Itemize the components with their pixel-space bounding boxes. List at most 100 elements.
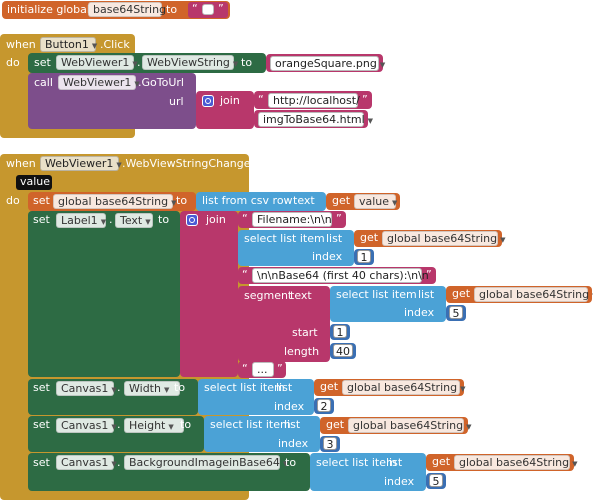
number-start-block[interactable]: 1 bbox=[330, 324, 350, 340]
value-param-badge[interactable]: value bbox=[16, 175, 52, 190]
canvas1-bg-component-dropdown[interactable]: Canvas1 ▼ bbox=[56, 455, 117, 470]
localhost-text-field[interactable]: http://localhost/ bbox=[268, 93, 360, 108]
set-to-label: to bbox=[241, 56, 253, 69]
mutator-gear-icon[interactable] bbox=[202, 95, 214, 107]
empty-text-block[interactable]: “ ” bbox=[188, 2, 228, 18]
set-webviewstring-block[interactable]: set WebViewer1 ▼ . WebViewString ▼ to bbox=[28, 53, 266, 73]
list-label-5b: list bbox=[386, 456, 403, 469]
number-index-5a-block[interactable]: 5 bbox=[446, 305, 466, 321]
get-label-5a: get bbox=[452, 287, 471, 300]
select-list-item-2-block[interactable]: select list item list index bbox=[198, 379, 314, 415]
value-var-dropdown[interactable]: value ▼ bbox=[354, 194, 397, 209]
webviewer1-component-dropdown[interactable]: WebViewer1 ▼ bbox=[56, 55, 138, 70]
initialize-global-block[interactable]: initialize global base64String to “ ” bbox=[2, 1, 230, 19]
webviewer1-call-dropdown[interactable]: WebViewer1 ▼ bbox=[58, 75, 140, 90]
get-global-block-1[interactable]: get global base64String ▼ bbox=[354, 230, 505, 247]
select-list-item-5b-block[interactable]: select list item list index bbox=[310, 453, 426, 491]
filename-text-block[interactable]: “ Filename:\n\n ” bbox=[238, 211, 346, 228]
height-property-dropdown[interactable]: Height ▼ bbox=[124, 418, 184, 433]
set-label1-to-label: to bbox=[158, 213, 170, 226]
when-label: when bbox=[6, 38, 36, 51]
do-label: do bbox=[6, 56, 20, 69]
localhost-text-block[interactable]: “ http://localhost/ ” bbox=[254, 91, 372, 109]
index-3-field[interactable]: 3 bbox=[323, 437, 337, 451]
global-var-name-field[interactable]: base64String bbox=[88, 2, 166, 17]
set-label1-text-block[interactable]: set Label1 ▼ . Text ▼ to bbox=[28, 211, 180, 377]
ellipsis-text-field[interactable]: ... bbox=[252, 362, 274, 377]
global-var-dropdown-2[interactable]: global base64String ▼ bbox=[342, 380, 465, 395]
number-length-block[interactable]: 40 bbox=[330, 343, 356, 359]
number-index-1-block[interactable]: 1 bbox=[354, 249, 374, 265]
filename-text-field[interactable]: Filename:\n\n bbox=[252, 212, 332, 227]
join-label-block[interactable]: join bbox=[180, 211, 238, 377]
set-label-height: set bbox=[33, 418, 50, 431]
join-url-block[interactable]: join bbox=[196, 91, 254, 129]
select-list-item-3-block[interactable]: select list item list index bbox=[204, 416, 320, 452]
when-label-2: when bbox=[6, 157, 36, 170]
do-label-2: do bbox=[6, 194, 20, 207]
select-list-item-1-block[interactable]: select list item list index bbox=[238, 230, 354, 266]
start-field[interactable]: 1 bbox=[333, 325, 347, 339]
canvas1-height-component-dropdown[interactable]: Canvas1 ▼ bbox=[56, 418, 117, 433]
set-canvas-bg-block[interactable]: set Canvas1 ▼ . BackgroundImageinBase64 ▼ … bbox=[28, 453, 310, 491]
get-global-block-3[interactable]: get global base64String ▼ bbox=[320, 417, 471, 434]
index-label-3: index bbox=[278, 437, 309, 450]
list-from-csv-row-label: list from csv row bbox=[202, 194, 293, 207]
global-var-dropdown-3[interactable]: global base64String ▼ bbox=[348, 418, 471, 433]
index-2-field[interactable]: 2 bbox=[317, 399, 331, 413]
set-canvas-width-block[interactable]: set Canvas1 ▼ . Width ▼ to bbox=[28, 379, 198, 415]
list-from-csv-row-block[interactable]: list from csv row text bbox=[196, 192, 326, 211]
index-5b-field[interactable]: 5 bbox=[429, 474, 443, 488]
initialize-global-label: initialize global bbox=[7, 3, 90, 16]
set-canvas-height-block[interactable]: set Canvas1 ▼ . Height ▼ to bbox=[28, 416, 204, 452]
number-index-5b-block[interactable]: 5 bbox=[426, 473, 446, 489]
gotourl-method-label: .GoToUrl bbox=[138, 76, 184, 89]
text-property-dropdown[interactable]: Text ▼ bbox=[115, 213, 153, 228]
orangesquare-text-block[interactable]: orangeSquare.png ▼ bbox=[266, 54, 385, 72]
global-var-dropdown[interactable]: global base64String ▼ bbox=[53, 194, 176, 209]
get-value-block[interactable]: get value ▼ bbox=[326, 193, 400, 210]
csv-text-label: text bbox=[293, 194, 315, 207]
get-global-block-5a[interactable]: get global base64String▼ bbox=[446, 286, 593, 303]
mutator-gear-icon-2[interactable] bbox=[186, 214, 198, 226]
base64-text-block[interactable]: “ \n\nBase64 (first 40 chars):\n\n ” bbox=[238, 267, 436, 284]
global-var-dropdown-5b[interactable]: global base64String ▼ bbox=[454, 455, 577, 470]
number-index-3-block[interactable]: 3 bbox=[320, 436, 340, 452]
webviewstring-property-dropdown[interactable]: WebViewString ▼ bbox=[142, 55, 238, 70]
webviewer1-event-dropdown[interactable]: WebViewer1 ▼ bbox=[40, 156, 122, 171]
canvas1-width-component-dropdown[interactable]: Canvas1 ▼ bbox=[56, 381, 117, 396]
get-global-block-2[interactable]: get global base64String ▼ bbox=[314, 379, 465, 396]
number-index-2-block[interactable]: 2 bbox=[314, 398, 334, 414]
ellipsis-text-block[interactable]: “ ... ” bbox=[238, 361, 286, 378]
set-height-to-label: to bbox=[180, 418, 192, 431]
global-var-dropdown-5a[interactable]: global base64String▼ bbox=[474, 287, 593, 302]
set-global-block[interactable]: set global base64String ▼ to bbox=[28, 192, 196, 211]
select-list-item-label: select list item bbox=[244, 232, 325, 245]
segment-block[interactable]: segment text start length bbox=[238, 286, 330, 362]
index-1-field[interactable]: 1 bbox=[357, 250, 371, 264]
imgtobase64-text-field[interactable]: imgToBase64.html ▼ bbox=[258, 112, 373, 127]
start-label: start bbox=[292, 326, 318, 339]
width-property-dropdown[interactable]: Width ▼ bbox=[124, 381, 180, 396]
call-gotourl-block[interactable]: call WebViewer1 ▼ .GoToUrl url bbox=[28, 73, 196, 129]
get-global-block-5b[interactable]: get global base64String ▼ bbox=[426, 454, 577, 471]
index-label: index bbox=[312, 250, 343, 263]
base64-text-field[interactable]: \n\nBase64 (first 40 chars):\n\n bbox=[252, 268, 429, 283]
index-5a-field[interactable]: 5 bbox=[449, 306, 463, 320]
orangesquare-text-field[interactable]: orangeSquare.png ▼ bbox=[270, 56, 385, 71]
label1-component-dropdown[interactable]: Label1 ▼ bbox=[56, 213, 106, 228]
init-to-label: to bbox=[166, 3, 178, 16]
index-label-5b: index bbox=[384, 475, 415, 488]
length-field[interactable]: 40 bbox=[333, 344, 353, 358]
index-label-5a: index bbox=[404, 306, 435, 319]
imgtobase64-text-block[interactable]: imgToBase64.html ▼ bbox=[254, 110, 373, 128]
backgroundimage-property-dropdown[interactable]: BackgroundImageinBase64 ▼ bbox=[124, 455, 288, 470]
empty-text-field[interactable] bbox=[202, 4, 214, 15]
click-event-label: .Click bbox=[100, 38, 130, 51]
get-label-5b: get bbox=[432, 455, 451, 468]
set-global-to-label: to bbox=[176, 194, 188, 207]
select-list-item-5a-block[interactable]: select list item list index bbox=[330, 286, 446, 322]
select-list-item-label-5a: select list item bbox=[336, 288, 417, 301]
button1-component-dropdown[interactable]: Button1 ▼ bbox=[40, 37, 97, 52]
global-var-dropdown-1[interactable]: global base64String ▼ bbox=[382, 231, 505, 246]
